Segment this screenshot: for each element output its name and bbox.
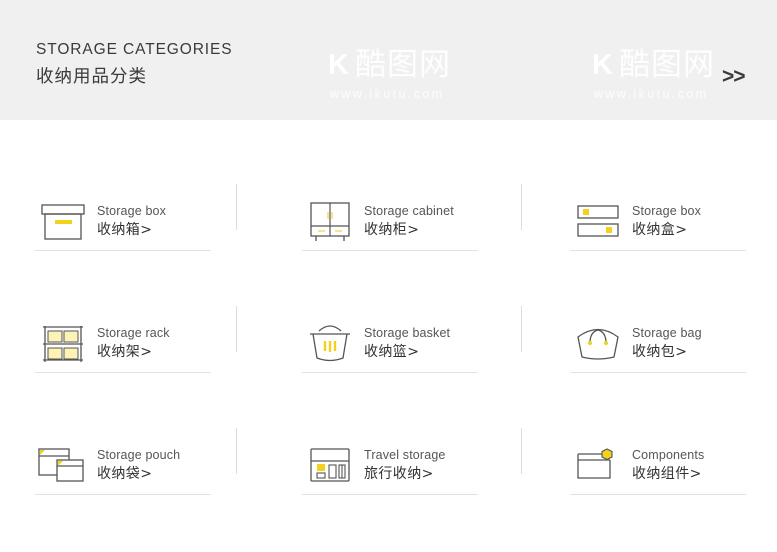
watermark-logo-letter: K [592, 49, 613, 81]
page-header: K 酷图网 www.ikutu.com K 酷图网 www.ikutu.com … [0, 0, 777, 120]
storage-box-icon [35, 195, 91, 249]
category-label-cn: 收纳组件> [632, 466, 702, 482]
category-label-cn: 收纳柜> [364, 222, 420, 238]
watermark-logo-letter: K [328, 49, 349, 81]
category-labels: Travel storage 旅行收纳> [364, 447, 446, 485]
watermark-logo-text: 酷图网 [354, 47, 451, 83]
category-item-storage-box-stack[interactable]: Storage box 收纳盒> [570, 166, 777, 278]
column-divider [236, 306, 237, 352]
category-label-cn: 收纳袋> [97, 466, 153, 482]
row-divider [35, 372, 211, 373]
category-label-cn: 收纳盒> [632, 222, 688, 238]
storage-basket-icon [302, 317, 358, 371]
category-label-en: Storage box [632, 204, 702, 218]
category-row: Storage rack 收纳架> Storage basket 收纳篮> St… [0, 288, 777, 418]
column-divider [236, 184, 237, 230]
column-divider [521, 306, 522, 352]
row-divider [35, 494, 211, 495]
category-labels: Storage box 收纳箱> [97, 203, 166, 241]
row-divider [302, 250, 478, 251]
row-divider [35, 250, 211, 251]
watermark-url: www.ikutu.com [594, 87, 709, 101]
storage-cabinet-icon [302, 195, 358, 249]
category-row: Storage box 收纳箱> Storage cabinet 收纳柜> St… [0, 166, 777, 296]
category-label-en: Storage pouch [97, 448, 181, 462]
category-item-storage-basket[interactable]: Storage basket 收纳篮> [302, 288, 538, 400]
category-label-en: Components [632, 448, 705, 462]
page-title-en: STORAGE CATEGORIES [36, 41, 233, 58]
category-item-travel-storage[interactable]: Travel storage 旅行收纳> [302, 410, 538, 522]
column-divider [236, 428, 237, 474]
category-grid: Storage box 收纳箱> Storage cabinet 收纳柜> St… [0, 120, 777, 552]
watermark-url: www.ikutu.com [330, 87, 445, 101]
watermark-left: K 酷图网 www.ikutu.com [328, 47, 451, 102]
column-divider [521, 428, 522, 474]
category-label-en: Storage box [97, 204, 167, 218]
next-page-arrow[interactable]: >> [722, 66, 746, 87]
column-divider [521, 184, 522, 230]
suitcase-icon [302, 439, 358, 493]
category-label-en: Storage bag [632, 326, 702, 340]
category-labels: Storage basket 收纳篮> [364, 325, 450, 363]
category-label-cn: 收纳箱> [97, 222, 153, 238]
category-labels: Components 收纳组件> [632, 447, 704, 485]
category-label-cn: 旅行收纳> [364, 466, 434, 482]
storage-rack-icon [35, 317, 91, 371]
category-labels: Storage pouch 收纳袋> [97, 447, 180, 485]
category-labels: Storage cabinet 收纳柜> [364, 203, 454, 241]
row-divider [570, 250, 746, 251]
category-label-cn: 收纳架> [97, 344, 153, 360]
category-labels: Storage box 收纳盒> [632, 203, 701, 241]
page-title-cn: 收纳用品分类 [36, 67, 147, 87]
category-labels: Storage bag 收纳包> [632, 325, 702, 363]
category-label-en: Travel storage [364, 448, 446, 462]
row-divider [570, 372, 746, 373]
category-label-en: Storage cabinet [364, 204, 454, 218]
storage-bag-icon [570, 317, 626, 371]
components-icon [570, 439, 626, 493]
category-label-cn: 收纳篮> [364, 344, 420, 360]
watermark-right: K 酷图网 www.ikutu.com [592, 47, 715, 102]
category-label-en: Storage basket [364, 326, 451, 340]
watermark-logo-text: 酷图网 [618, 47, 715, 83]
category-item-storage-bag[interactable]: Storage bag 收纳包> [570, 288, 777, 400]
row-divider [302, 372, 478, 373]
category-item-components[interactable]: Components 收纳组件> [570, 410, 777, 522]
storage-pouch-icon [35, 439, 91, 493]
row-divider [302, 494, 478, 495]
category-labels: Storage rack 收纳架> [97, 325, 170, 363]
category-item-storage-cabinet[interactable]: Storage cabinet 收纳柜> [302, 166, 538, 278]
row-divider [570, 494, 746, 495]
category-label-cn: 收纳包> [632, 344, 688, 360]
category-row: Storage pouch 收纳袋> Travel storage 旅行收纳> [0, 410, 777, 540]
stacked-boxes-icon [570, 195, 626, 249]
category-label-en: Storage rack [97, 326, 170, 340]
page-title-group: STORAGE CATEGORIES 收纳用品分类 [36, 40, 233, 90]
